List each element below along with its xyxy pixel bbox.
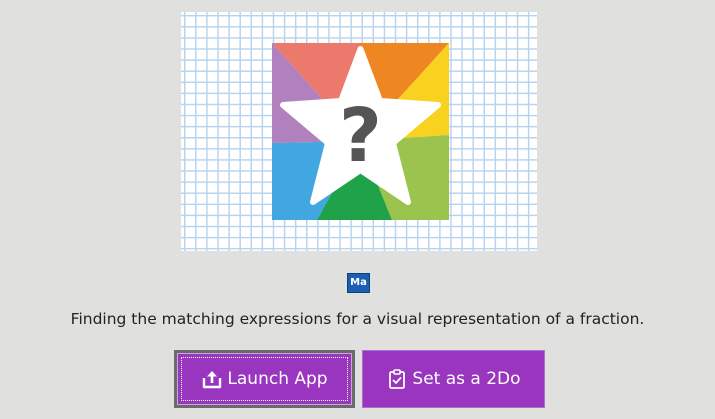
set-as-2do-button[interactable]: Set as a 2Do	[362, 350, 545, 408]
question-star-icon: ?	[272, 43, 449, 220]
svg-text:?: ?	[339, 93, 382, 179]
clipboard-check-icon	[386, 368, 408, 390]
activity-description: Finding the matching expressions for a v…	[70, 310, 645, 328]
launch-app-button[interactable]: Launch App	[174, 350, 355, 408]
launch-app-label: Launch App	[227, 369, 328, 389]
subject-badge-maths: Ma	[347, 273, 370, 293]
set-as-2do-label: Set as a 2Do	[412, 369, 521, 389]
launch-upload-icon	[201, 368, 223, 390]
activity-panel: ? Ma Finding the matching expressions fo…	[0, 0, 715, 419]
